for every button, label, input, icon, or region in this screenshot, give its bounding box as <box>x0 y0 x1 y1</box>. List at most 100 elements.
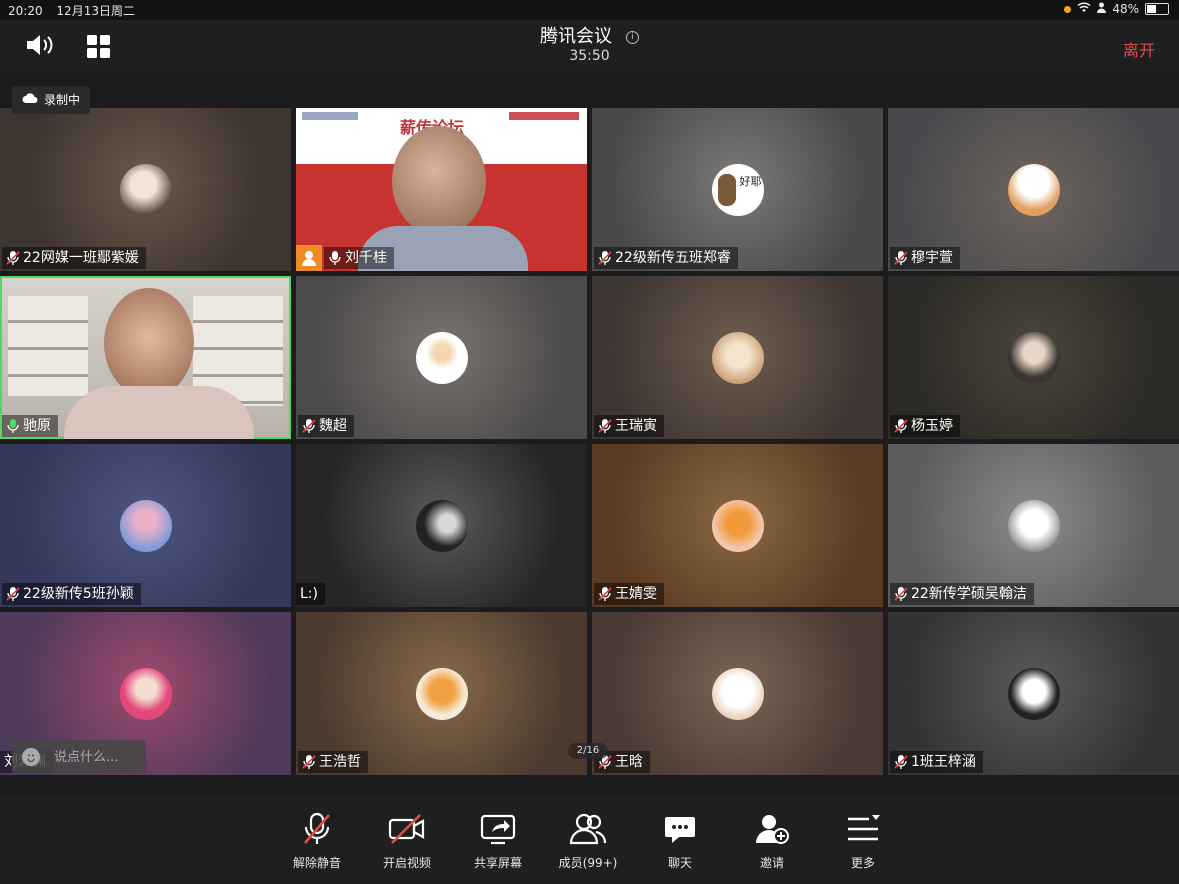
speaker-face <box>104 288 194 398</box>
name-tag: 驰原 <box>2 415 58 437</box>
page-indicator: 2/16 <box>568 743 608 759</box>
participant-name: 22级新传五班郑睿 <box>615 250 731 266</box>
participant-tile[interactable]: 好耶 22级新传五班郑睿 <box>592 108 883 271</box>
cloud-icon <box>22 86 38 114</box>
chat-label: 聊天 <box>667 856 692 870</box>
chat-button[interactable]: 聊天 <box>645 812 715 871</box>
mic-active-icon <box>7 419 19 433</box>
date: 12月13日周二 <box>56 4 135 18</box>
participant-name: 22新传学硕吴翰洁 <box>911 586 1027 602</box>
info-icon[interactable]: i <box>626 31 639 44</box>
participant-tile[interactable]: 22网媒一班鄢紫媛 <box>0 108 291 271</box>
start-video-button[interactable]: 开启视频 <box>372 812 442 871</box>
emoji-icon[interactable] <box>22 748 40 766</box>
speaker-face <box>392 126 486 236</box>
participant-name: 22网媒一班鄢紫媛 <box>23 250 139 266</box>
mic-icon <box>329 251 341 265</box>
college-logo <box>509 112 579 120</box>
meeting-header: 腾讯会议 i 35:50 离开 <box>0 20 1179 72</box>
mic-muted-icon <box>894 755 908 769</box>
participant-avatar <box>415 667 468 720</box>
participant-tile-active-speaker[interactable]: 驰原 <box>0 276 291 439</box>
members-button[interactable]: 成员(99+) <box>553 812 623 871</box>
participant-tile[interactable]: 22新传学硕吴翰洁 <box>888 444 1179 607</box>
battery-level-fill <box>1147 5 1156 13</box>
more-icon <box>848 815 880 841</box>
recording-label: 录制中 <box>44 93 81 107</box>
share-screen-button[interactable]: 共享屏幕 <box>463 812 533 871</box>
participant-avatar: 好耶 <box>711 163 764 216</box>
participant-avatar <box>1007 331 1060 384</box>
name-tag: 魏超 <box>298 415 354 437</box>
person-icon <box>1097 2 1107 16</box>
participant-name: 穆宇萱 <box>911 250 953 266</box>
host-icon <box>296 245 322 271</box>
mic-muted-icon <box>304 812 330 844</box>
chat-input[interactable] <box>52 746 144 768</box>
invite-button[interactable]: 邀请 <box>737 812 807 871</box>
video-grid: 22网媒一班鄢紫媛 薪传论坛 刘千桂 好耶 22级新传五班郑睿 <box>0 108 1179 776</box>
participant-name: 1班王梓涵 <box>911 754 976 770</box>
participant-tile[interactable]: 王浩哲 <box>296 612 587 775</box>
participant-avatar <box>119 163 172 216</box>
participant-tile[interactable]: 杨玉婷 <box>888 276 1179 439</box>
recording-dot-icon <box>1064 5 1072 13</box>
share-screen-label: 共享屏幕 <box>473 856 522 870</box>
invite-icon <box>756 815 789 844</box>
name-tag: 王婧雯 <box>594 583 664 605</box>
chat-input-box[interactable] <box>12 740 146 774</box>
participant-tile[interactable]: 王婧雯 <box>592 444 883 607</box>
name-tag: 22级新传五班郑睿 <box>594 247 738 269</box>
participant-tile[interactable]: 1班王梓涵 <box>888 612 1179 775</box>
participant-name: L:) <box>300 586 318 602</box>
mic-muted-icon <box>6 587 20 601</box>
members-label: 成员(99+) <box>558 856 618 870</box>
unmute-button[interactable]: 解除静音 <box>282 812 352 871</box>
clock: 20:20 <box>8 4 43 18</box>
wifi-icon <box>1077 2 1091 16</box>
participant-tile-video[interactable]: 薪传论坛 刘千桂 <box>296 108 587 271</box>
participant-avatar <box>415 331 468 384</box>
members-icon <box>569 813 607 845</box>
start-video-label: 开启视频 <box>382 856 431 870</box>
participant-avatar <box>711 331 764 384</box>
avatar-figure <box>717 173 736 206</box>
mic-muted-icon <box>302 419 316 433</box>
meeting-title-row: 腾讯会议 i <box>0 22 1179 48</box>
battery-percent: 48% <box>1112 2 1139 16</box>
unmute-label: 解除静音 <box>292 856 341 870</box>
name-tag: 杨玉婷 <box>890 415 960 437</box>
mic-muted-icon <box>894 587 908 601</box>
participant-tile[interactable]: 王晗 <box>592 612 883 775</box>
name-tag: 22网媒一班鄢紫媛 <box>2 247 146 269</box>
mic-muted-icon <box>302 755 316 769</box>
video-off-icon <box>388 814 425 844</box>
name-tag: 22新传学硕吴翰洁 <box>890 583 1034 605</box>
name-tag: 王瑞寅 <box>594 415 664 437</box>
name-tag: L:) <box>296 583 325 605</box>
meeting-timer: 35:50 <box>569 48 610 64</box>
mic-muted-icon <box>894 251 908 265</box>
meeting-title: 腾讯会议 <box>540 26 612 47</box>
leave-button[interactable]: 离开 <box>1123 37 1155 61</box>
participant-name: 杨玉婷 <box>911 418 953 434</box>
mic-muted-icon <box>598 251 612 265</box>
battery-icon <box>1145 3 1169 15</box>
participant-tile[interactable]: 穆宇萱 <box>888 108 1179 271</box>
name-tag: 22级新传5班孙颖 <box>2 583 141 605</box>
participant-tile[interactable]: 22级新传5班孙颖 <box>0 444 291 607</box>
participant-name: 王瑞寅 <box>615 418 657 434</box>
bottom-toolbar: 解除静音 开启视频 共享屏幕 成员(99+) 聊天 邀请 更多 <box>0 796 1179 884</box>
invite-label: 邀请 <box>759 856 784 870</box>
more-button[interactable]: 更多 <box>828 812 898 871</box>
chat-icon <box>665 817 695 843</box>
school-logo <box>302 112 358 120</box>
participant-name: 王婧雯 <box>615 586 657 602</box>
avatar-text: 好耶 <box>739 174 762 188</box>
name-tag: 1班王梓涵 <box>890 751 983 773</box>
recording-badge[interactable]: 录制中 <box>12 86 91 114</box>
name-tag: 刘千桂 <box>324 247 394 269</box>
participant-tile[interactable]: 魏超 <box>296 276 587 439</box>
participant-tile[interactable]: L:) <box>296 444 587 607</box>
participant-tile[interactable]: 王瑞寅 <box>592 276 883 439</box>
